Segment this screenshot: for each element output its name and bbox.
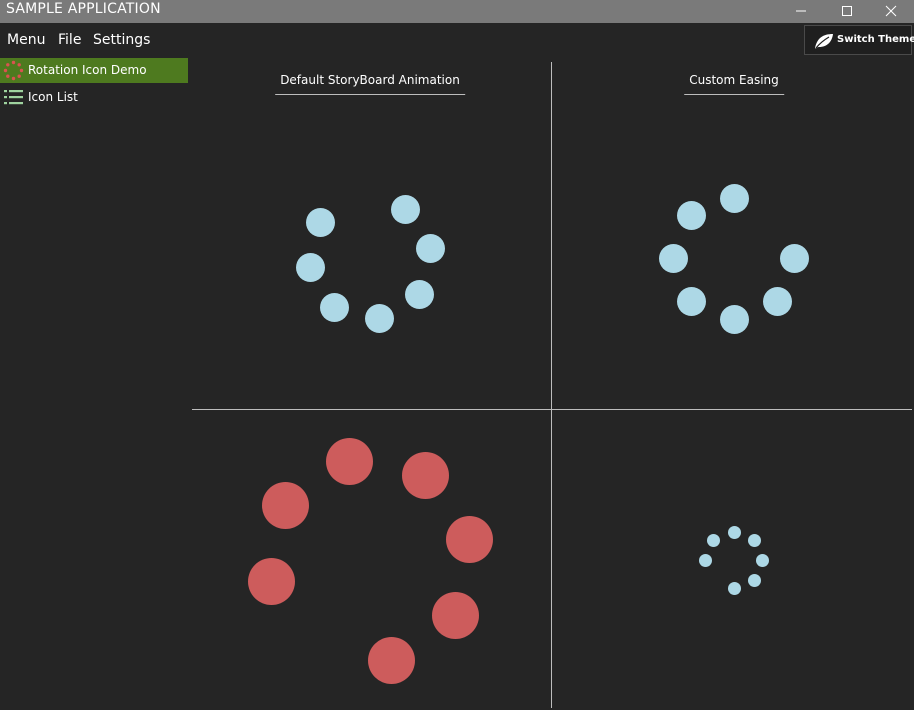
panel-title-custom-easing: Custom Easing xyxy=(684,73,784,95)
switch-theme-label: Switch Theme xyxy=(837,34,914,45)
spinner-dot xyxy=(677,201,706,230)
spinner-dot xyxy=(728,582,741,595)
spinner-dot xyxy=(306,208,335,237)
sidebar: Rotation Icon Demo Icon List xyxy=(0,58,188,710)
spinner-dot xyxy=(720,184,749,213)
spinner-dot xyxy=(446,516,493,563)
maximize-button[interactable] xyxy=(824,0,870,23)
spinner-dot xyxy=(677,287,706,316)
spinner-dot xyxy=(416,234,445,263)
spinner-dot xyxy=(368,637,415,684)
spinner-dot xyxy=(262,482,309,529)
spinner-dot xyxy=(780,244,809,273)
spinner-dot xyxy=(748,534,761,547)
spinner-dot xyxy=(296,253,325,282)
panel-title-default-storyboard: Default StoryBoard Animation xyxy=(275,73,465,95)
rotation-dots-icon xyxy=(3,60,24,81)
sidebar-item-rotation-icon-demo[interactable]: Rotation Icon Demo xyxy=(0,58,188,83)
spinner-dot xyxy=(405,280,434,309)
spinner-dot xyxy=(432,592,479,639)
minimize-button[interactable] xyxy=(778,0,824,23)
sidebar-item-label: Icon List xyxy=(28,90,78,104)
spinner-dot xyxy=(248,558,295,605)
spinner-dot xyxy=(402,452,449,499)
close-icon xyxy=(885,5,897,17)
spinner-dot xyxy=(699,554,712,567)
menu-item-settings[interactable]: Settings xyxy=(93,32,150,48)
menu-item-menu[interactable]: Menu xyxy=(7,32,45,48)
spinner-dot xyxy=(659,244,688,273)
horizontal-divider xyxy=(192,409,912,410)
close-button[interactable] xyxy=(868,0,914,23)
spinner-dot xyxy=(720,305,749,334)
menu-item-file[interactable]: File xyxy=(58,32,81,48)
vertical-divider xyxy=(551,62,552,708)
spinner-dot xyxy=(763,287,792,316)
sidebar-item-label: Rotation Icon Demo xyxy=(28,63,147,77)
spinner-dot xyxy=(748,574,761,587)
sidebar-item-icon-list[interactable]: Icon List xyxy=(0,85,188,110)
spinner-dot xyxy=(365,304,394,333)
spinner-dot xyxy=(391,195,420,224)
leaf-icon xyxy=(815,34,833,49)
list-icon xyxy=(4,90,23,105)
title-bar: SAMPLE APPLICATION xyxy=(0,0,914,23)
spinner-dot xyxy=(707,534,720,547)
spinner-dot xyxy=(320,293,349,322)
switch-theme-button[interactable]: Switch Theme xyxy=(804,25,914,55)
window-title: SAMPLE APPLICATION xyxy=(6,1,161,17)
maximize-icon xyxy=(842,6,852,16)
spinner-dot xyxy=(728,526,741,539)
minimize-icon xyxy=(796,10,806,12)
spinner-dot xyxy=(756,554,769,567)
spinner-dot xyxy=(326,438,373,485)
